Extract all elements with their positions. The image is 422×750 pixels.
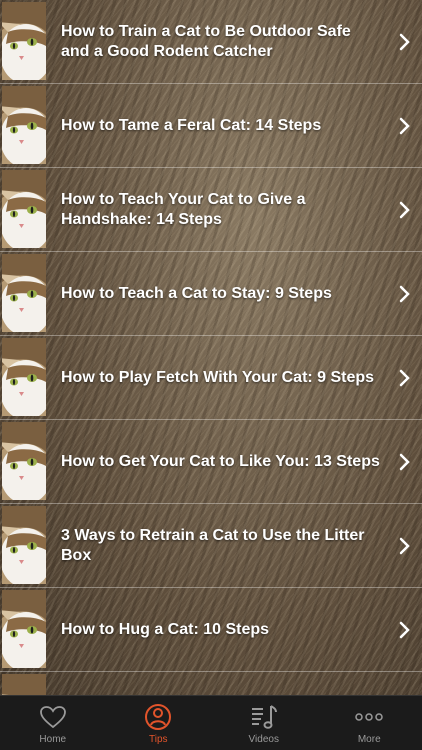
list-item[interactable]: How to Hug a Cat: 10 Steps [0,588,422,672]
list-item[interactable]: How to Tame a Feral Cat: 14 Steps [0,84,422,168]
chevron-right-icon [399,621,410,638]
article-list: How to Train a Cat to Be Outdoor Safe an… [0,0,422,704]
tab-bar: Home Tips Videos More [0,695,422,750]
list-item[interactable]: How to Train a Cat to Be Outdoor Safe an… [0,0,422,84]
tab-tips[interactable]: Tips [106,696,212,750]
tab-label: Videos [248,734,279,745]
tab-home[interactable]: Home [0,696,106,750]
article-title: How to Teach a Cat to Stay: 9 Steps [61,284,332,302]
chevron-right-icon [399,453,410,470]
cat-thumbnail [2,2,46,80]
music-note-list-icon [249,703,279,731]
article-title: How to Teach Your Cat to Give a Handshak… [61,190,306,228]
person-circle-icon [143,703,173,731]
article-title: How to Train a Cat to Be Outdoor Safe an… [61,22,351,60]
cat-thumbnail [2,338,46,416]
chevron-right-icon [399,537,410,554]
list-item[interactable]: 3 Ways to Retrain a Cat to Use the Litte… [0,504,422,588]
article-title: 3 Ways to Retrain a Cat to Use the Litte… [61,526,365,564]
cat-thumbnail [2,170,46,248]
chevron-right-icon [399,117,410,134]
three-dots-icon [354,703,384,731]
chevron-right-icon [399,201,410,218]
chevron-right-icon [399,369,410,386]
list-item[interactable]: How to Teach a Cat to Stay: 9 Steps [0,252,422,336]
cat-thumbnail [2,590,46,668]
list-item[interactable]: How to Play Fetch With Your Cat: 9 Steps [0,336,422,420]
article-title: How to Hug a Cat: 10 Steps [61,620,270,638]
article-title: How to Get Your Cat to Like You: 13 Step… [61,452,380,470]
cat-thumbnail [2,254,46,332]
article-title: How to Play Fetch With Your Cat: 9 Steps [61,368,375,386]
tab-label: More [357,734,381,745]
list-item[interactable]: How to Teach Your Cat to Give a Handshak… [0,168,422,252]
tab-videos[interactable]: Videos [211,696,317,750]
cat-thumbnail [2,86,46,164]
tab-more[interactable]: More [317,696,422,750]
chevron-right-icon [399,285,410,302]
chevron-right-icon [399,33,410,50]
article-title: How to Tame a Feral Cat: 14 Steps [61,116,322,134]
cat-thumbnail [2,506,46,584]
tab-label: Tips [148,734,168,745]
tab-label: Home [39,734,67,745]
list-item[interactable]: How to Get Your Cat to Like You: 13 Step… [0,420,422,504]
heart-icon [38,703,68,731]
cat-thumbnail [2,422,46,500]
